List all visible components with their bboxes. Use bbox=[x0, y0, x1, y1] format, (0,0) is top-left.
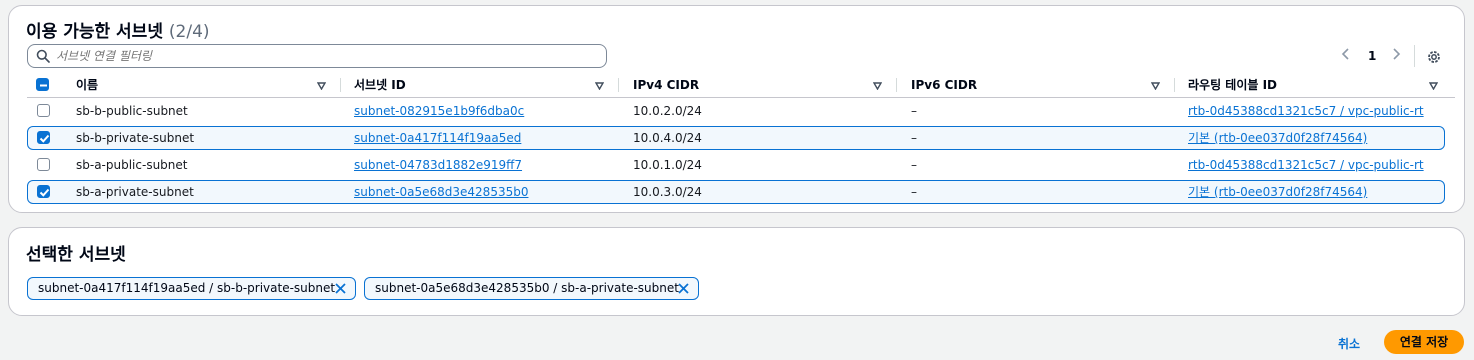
checkbox-icon bbox=[39, 134, 50, 143]
column-header-subnet-id[interactable]: 서브넷 ID bbox=[354, 73, 406, 97]
column-divider bbox=[896, 78, 897, 92]
selected-subnet-token: subnet-0a417f114f19aa5ed / sb-b-private-… bbox=[27, 277, 356, 300]
sort-caret-icon[interactable] bbox=[317, 82, 326, 90]
column-divider bbox=[340, 78, 341, 92]
selected-subnets-panel bbox=[8, 227, 1465, 316]
column-label: 서브넷 ID bbox=[354, 78, 406, 92]
table-header: 이름 서브넷 ID IPv4 CIDR IPv6 CIDR 라우팅 테이블 ID bbox=[27, 73, 1455, 97]
header-divider bbox=[27, 97, 1455, 98]
column-label: IPv6 CIDR bbox=[911, 78, 978, 92]
select-all-checkbox[interactable] bbox=[36, 78, 49, 91]
column-label: 라우팅 테이블 ID bbox=[1188, 78, 1278, 92]
column-divider bbox=[1174, 78, 1175, 92]
row-checkbox[interactable] bbox=[37, 185, 50, 198]
column-header-ipv4[interactable]: IPv4 CIDR bbox=[633, 73, 699, 97]
cell-name: sb-b-public-subnet bbox=[76, 104, 188, 118]
column-label: IPv4 CIDR bbox=[633, 78, 700, 92]
cell-route-table-link[interactable]: 기본 (rtb-0ee037d0f28f74564) bbox=[1188, 180, 1367, 204]
cell-ipv6: – bbox=[911, 185, 917, 199]
cell-subnet-id-link[interactable]: subnet-082915e1b9f6dba0c bbox=[354, 99, 524, 123]
search-icon bbox=[36, 49, 50, 63]
row-checkbox[interactable] bbox=[37, 158, 50, 171]
row-checkbox[interactable] bbox=[37, 104, 50, 117]
cell-ipv4: 10.0.1.0/24 bbox=[633, 158, 702, 172]
panel-title-text: 이용 가능한 서브넷 bbox=[26, 22, 163, 42]
save-association-button[interactable]: 연결 저장 bbox=[1384, 330, 1464, 354]
table-row[interactable]: sb-b-private-subnet subnet-0a417f114f19a… bbox=[27, 126, 1445, 150]
table-row[interactable]: sb-a-private-subnet subnet-0a5e68d3e4285… bbox=[27, 180, 1445, 204]
cell-ipv4: 10.0.4.0/24 bbox=[633, 131, 702, 145]
page-number[interactable]: 1 bbox=[1368, 49, 1376, 63]
selected-subnets-title: 선택한 서브넷 bbox=[26, 245, 126, 265]
cell-ipv6: – bbox=[911, 158, 917, 172]
table-row[interactable]: sb-a-public-subnet subnet-04783d1882e919… bbox=[27, 153, 1455, 177]
cell-route-table-link[interactable]: 기본 (rtb-0ee037d0f28f74564) bbox=[1188, 126, 1367, 150]
column-header-name[interactable]: 이름 bbox=[76, 73, 98, 97]
token-label: subnet-0a417f114f19aa5ed / sb-b-private-… bbox=[38, 281, 336, 295]
cell-subnet-id-link[interactable]: subnet-0a417f114f19aa5ed bbox=[354, 126, 521, 150]
sort-caret-icon[interactable] bbox=[873, 82, 882, 90]
token-label: subnet-0a5e68d3e428535b0 / sb-a-private-… bbox=[375, 281, 679, 295]
chevron-left-icon[interactable] bbox=[1341, 47, 1351, 64]
sort-caret-icon[interactable] bbox=[1151, 82, 1160, 90]
cell-ipv6: – bbox=[911, 104, 917, 118]
selection-count: (2/4) bbox=[168, 22, 210, 42]
chevron-right-icon[interactable] bbox=[1391, 47, 1401, 64]
cell-name: sb-a-public-subnet bbox=[76, 158, 188, 172]
cell-subnet-id-link[interactable]: subnet-04783d1882e919ff7 bbox=[354, 153, 522, 177]
column-header-ipv6[interactable]: IPv6 CIDR bbox=[911, 73, 977, 97]
gear-icon[interactable] bbox=[1426, 49, 1442, 65]
column-divider bbox=[618, 78, 619, 92]
cell-name: sb-b-private-subnet bbox=[76, 131, 195, 145]
cell-route-table-link[interactable]: rtb-0d45388cd1321c5c7 / vpc-public-rt bbox=[1188, 99, 1424, 123]
filter-input[interactable] bbox=[56, 46, 596, 66]
cell-ipv4: 10.0.2.0/24 bbox=[633, 104, 702, 118]
cell-subnet-id-link[interactable]: subnet-0a5e68d3e428535b0 bbox=[354, 180, 528, 204]
cell-route-table-link[interactable]: rtb-0d45388cd1321c5c7 / vpc-public-rt bbox=[1188, 153, 1424, 177]
close-icon[interactable] bbox=[677, 282, 690, 295]
pager-divider bbox=[1414, 45, 1415, 67]
cell-ipv4: 10.0.3.0/24 bbox=[633, 185, 702, 199]
column-label: 이름 bbox=[76, 78, 99, 92]
close-icon[interactable] bbox=[334, 282, 347, 295]
column-header-route-table[interactable]: 라우팅 테이블 ID bbox=[1188, 73, 1277, 97]
sort-caret-icon[interactable] bbox=[595, 82, 604, 90]
available-subnets-title: 이용 가능한 서브넷 (2/4) bbox=[26, 17, 210, 42]
row-checkbox[interactable] bbox=[37, 131, 50, 144]
sort-caret-icon[interactable] bbox=[1429, 82, 1438, 90]
cell-name: sb-a-private-subnet bbox=[76, 185, 194, 199]
table-row[interactable]: sb-b-public-subnet subnet-082915e1b9f6db… bbox=[27, 99, 1455, 123]
checkbox-icon bbox=[39, 188, 50, 197]
selected-subnet-token: subnet-0a5e68d3e428535b0 / sb-a-private-… bbox=[364, 277, 699, 300]
filter-box[interactable] bbox=[27, 44, 607, 68]
cancel-button[interactable]: 취소 bbox=[1338, 335, 1360, 352]
cell-ipv6: – bbox=[911, 131, 917, 145]
